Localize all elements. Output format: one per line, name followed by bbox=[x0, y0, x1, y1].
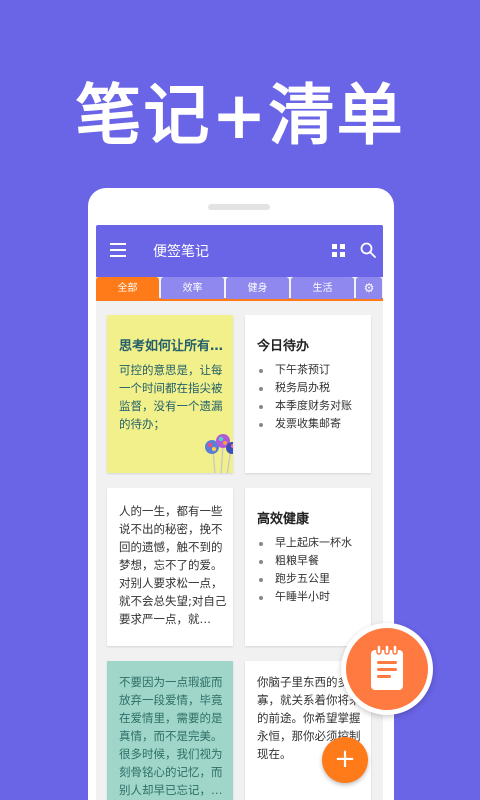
app-title: 便签笔记 bbox=[153, 244, 209, 260]
todo-list: 下午茶预订 税务局办税 本季度财务对账 发票收集邮寄 bbox=[259, 361, 352, 433]
grid-view-icon[interactable] bbox=[332, 244, 345, 257]
gear-icon: ⚙ bbox=[363, 281, 375, 295]
note-title: 思考如何让所有… bbox=[119, 339, 224, 354]
lollipop-image bbox=[205, 434, 233, 473]
note-body: 人的一生，都有一些说不出的秘密，挽不回的遗憾，触不到的梦想，忘不了的爱。对别人要… bbox=[119, 504, 227, 626]
todo-item: 早上起床一杯水 bbox=[259, 534, 352, 552]
note-card[interactable]: 思考如何让所有… 可控的意思是，让每一个时间都在指尖被监督，没有一个遗漏的待办； bbox=[107, 315, 233, 473]
todo-item: 跑步五公里 bbox=[259, 570, 352, 588]
notepad-icon bbox=[371, 644, 403, 690]
tab-life[interactable]: 生活 bbox=[291, 277, 354, 299]
todo-item: 发票收集邮寄 bbox=[259, 415, 352, 433]
category-tabs: 全部 效率 健身 生活 ⚙ bbox=[96, 277, 383, 301]
todo-item: 粗粮早餐 bbox=[259, 552, 352, 570]
todo-item: 税务局办税 bbox=[259, 379, 352, 397]
note-card[interactable]: 今日待办 下午茶预订 税务局办税 本季度财务对账 发票收集邮寄 bbox=[245, 315, 371, 473]
app-screen: 便签笔记 全部 效率 健身 生活 ⚙ 思考如何让所有… 可控的意思是，让每一个时… bbox=[96, 225, 383, 800]
app-bar: 便签笔记 bbox=[96, 225, 383, 277]
todo-item: 下午茶预订 bbox=[259, 361, 352, 379]
tab-fitness[interactable]: 健身 bbox=[226, 277, 289, 299]
phone-speaker bbox=[208, 204, 270, 210]
note-body: 可控的意思是，让每一个时间都在指尖被监督，没有一个遗漏的待办； bbox=[119, 363, 223, 431]
notepad-fab[interactable] bbox=[341, 623, 433, 715]
todo-item: 本季度财务对账 bbox=[259, 397, 352, 415]
menu-icon[interactable] bbox=[110, 243, 126, 257]
todo-item: 午睡半小时 bbox=[259, 588, 352, 606]
note-body: 不要因为一点瑕疵而放弃一段爱情，毕竟在爱情里，需要的是真情，而不是完美。很多时候… bbox=[119, 675, 223, 797]
tab-all[interactable]: 全部 bbox=[96, 277, 159, 299]
todo-list: 早上起床一杯水 粗粮早餐 跑步五公里 午睡半小时 bbox=[259, 534, 352, 606]
tab-efficiency[interactable]: 效率 bbox=[161, 277, 224, 299]
hero-title: 笔记+清单 bbox=[75, 77, 405, 154]
add-note-button[interactable]: + bbox=[322, 737, 368, 783]
note-title: 高效健康 bbox=[257, 512, 310, 527]
note-card[interactable]: 人的一生，都有一些说不出的秘密，挽不回的遗憾，触不到的梦想，忘不了的爱。对别人要… bbox=[107, 488, 233, 646]
note-card[interactable]: 高效健康 早上起床一杯水 粗粮早餐 跑步五公里 午睡半小时 bbox=[245, 488, 371, 646]
note-title: 今日待办 bbox=[257, 339, 310, 354]
note-card[interactable]: 不要因为一点瑕疵而放弃一段爱情，毕竟在爱情里，需要的是真情，而不是完美。很多时候… bbox=[107, 661, 233, 800]
tab-settings[interactable]: ⚙ bbox=[356, 277, 382, 299]
search-icon[interactable] bbox=[360, 242, 376, 258]
